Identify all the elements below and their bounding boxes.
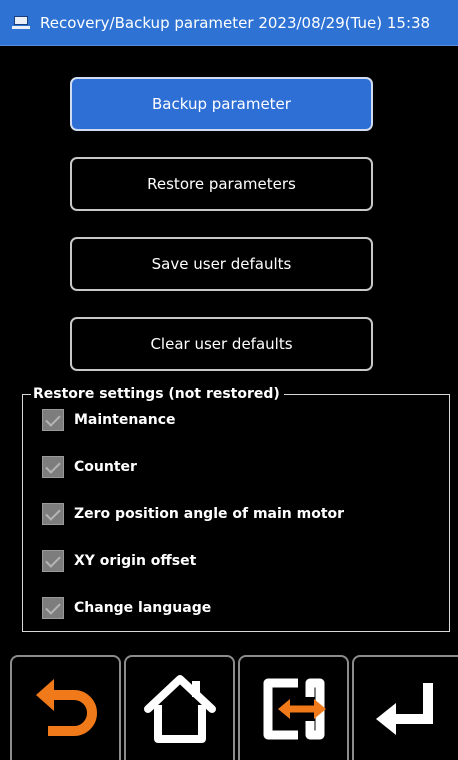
backup-parameter-button[interactable]: Backup parameter <box>70 77 373 131</box>
transfer-icon <box>263 678 326 739</box>
counter-checkbox[interactable] <box>42 456 64 478</box>
save-user-defaults-button[interactable]: Save user defaults <box>70 237 373 291</box>
back-arrow-icon <box>35 678 97 736</box>
zero-position-checkbox-row[interactable]: Zero position angle of main motor <box>42 502 344 526</box>
zero-position-checkbox[interactable] <box>42 503 64 525</box>
restore-settings-legend: Restore settings (not restored) <box>31 385 284 403</box>
recovery-backup-screen: Recovery/Backup parameter 2023/08/29(Tue… <box>0 0 458 760</box>
clear-user-defaults-button[interactable]: Clear user defaults <box>70 317 373 371</box>
counter-checkbox-row[interactable]: Counter <box>42 455 137 479</box>
checkmark-icon <box>45 458 61 474</box>
page-title: Recovery/Backup parameter 2023/08/29(Tue… <box>40 13 431 32</box>
enter-button[interactable] <box>352 655 458 760</box>
change-language-label: Change language <box>74 600 212 616</box>
change-language-checkbox[interactable] <box>42 597 64 619</box>
restore-parameters-button[interactable]: Restore parameters <box>70 157 373 211</box>
maintenance-label: Maintenance <box>74 412 176 428</box>
xy-origin-label: XY origin offset <box>74 553 197 569</box>
xy-origin-checkbox[interactable] <box>42 550 64 572</box>
checkmark-icon <box>45 599 61 615</box>
checkmark-icon <box>45 552 61 568</box>
transfer-button[interactable] <box>238 655 349 760</box>
enter-icon <box>376 682 433 735</box>
maintenance-checkbox-row[interactable]: Maintenance <box>42 408 176 432</box>
home-button[interactable] <box>124 655 235 760</box>
maintenance-checkbox[interactable] <box>42 409 64 431</box>
title-bar: Recovery/Backup parameter 2023/08/29(Tue… <box>0 0 458 46</box>
counter-label: Counter <box>74 459 137 475</box>
zero-position-label: Zero position angle of main motor <box>74 506 345 522</box>
monitor-icon <box>12 15 30 30</box>
back-button[interactable] <box>10 655 121 760</box>
checkmark-icon <box>45 411 61 427</box>
home-icon <box>143 674 216 743</box>
change-language-checkbox-row[interactable]: Change language <box>42 596 211 620</box>
checkmark-icon <box>45 505 61 521</box>
xy-origin-checkbox-row[interactable]: XY origin offset <box>42 549 196 573</box>
